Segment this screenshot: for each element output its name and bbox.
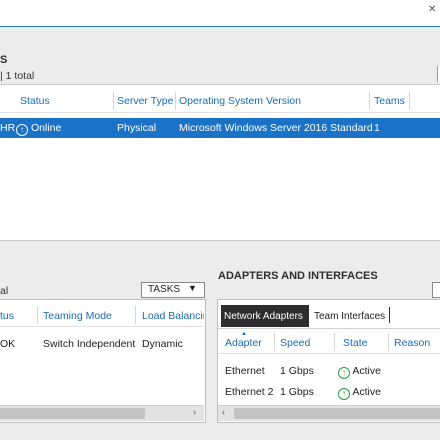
adapters-title: ADAPTERS AND INTERFACES [218,270,378,282]
teams-count: al [0,285,9,297]
tab-team-interfaces[interactable]: Team Interfaces [314,311,385,322]
adapter-state-label: Active [352,386,381,398]
col-sep [334,333,335,351]
col-sep [409,92,410,110]
col-load-balancing[interactable]: Load Balancin [142,310,204,322]
active-arrow-icon: ↑ [338,388,350,400]
server-status: ↑ Online [16,122,61,136]
col-state[interactable]: State [343,337,368,349]
divider [0,84,440,85]
tab-separator [389,307,390,323]
adapter-state: ↑ Active [338,386,381,400]
divider [218,353,440,354]
horizontal-scrollbar[interactable]: › [0,405,204,421]
chevron-left-icon[interactable]: ‹ [222,407,225,417]
server-teams: 1 [374,122,380,134]
team-status: OK [0,338,16,350]
servers-title: S [0,54,8,66]
chevron-down-icon: ▼ [188,283,197,293]
tasks-button[interactable]: TASKS ▼ [141,282,205,298]
close-icon[interactable]: ✕ [428,4,436,15]
col-sep [175,92,176,110]
servers-count: | 1 total [0,70,35,82]
tab-network-adapters[interactable]: Network Adapters [221,305,309,327]
adapter-state: ↑ Active [338,365,381,379]
col-status[interactable]: Status [20,95,50,107]
server-name: HR [0,122,16,134]
adapter-speed: 1 Gbps [280,386,314,398]
col-speed[interactable]: Speed [280,337,310,349]
col-sep [369,92,370,110]
servers-table [0,84,440,240]
divider [0,112,440,113]
col-reason[interactable]: Reason [394,337,430,349]
col-server-type[interactable]: Server Type [117,95,173,107]
divider [218,328,440,329]
col-teams[interactable]: Teams [374,95,405,107]
team-mode: Switch Independent [43,338,136,350]
chevron-right-icon[interactable]: › [193,407,196,417]
col-sep [37,306,38,324]
tasks-label: TASKS [148,284,181,295]
col-os-version[interactable]: Operating System Version [179,95,301,107]
server-status-label: Online [31,122,62,134]
tab-label: Network Adapters [224,311,303,322]
col-sep [135,306,136,324]
adapter-name: Ethernet 2 [225,386,274,398]
active-arrow-icon: ↑ [338,367,350,379]
col-sep [274,333,275,351]
horizontal-scrollbar[interactable]: ‹ [218,405,440,421]
divider [0,326,204,327]
team-lb: Dynamic [142,338,183,350]
col-sep [388,333,389,351]
scroll-thumb[interactable] [0,408,145,419]
adapter-name: Ethernet [225,365,265,377]
divider [0,240,440,241]
col-teaming-mode[interactable]: Teaming Mode [43,310,112,322]
server-os: Microsoft Windows Server 2016 Standard [179,122,373,134]
col-sep [113,92,114,110]
online-arrow-icon: ↑ [16,124,28,136]
adapter-state-label: Active [352,365,381,377]
col-adapter[interactable]: Adapter [225,337,262,349]
col-team-status[interactable]: tus [0,310,14,322]
title-bar [0,0,440,27]
server-row-selected[interactable]: HR ↑ Online Physical Microsoft Windows Se… [0,118,440,138]
server-type: Physical [117,122,157,134]
adapters-tasks-button[interactable] [432,282,440,298]
scroll-thumb[interactable] [234,408,440,419]
adapter-speed: 1 Gbps [280,365,314,377]
